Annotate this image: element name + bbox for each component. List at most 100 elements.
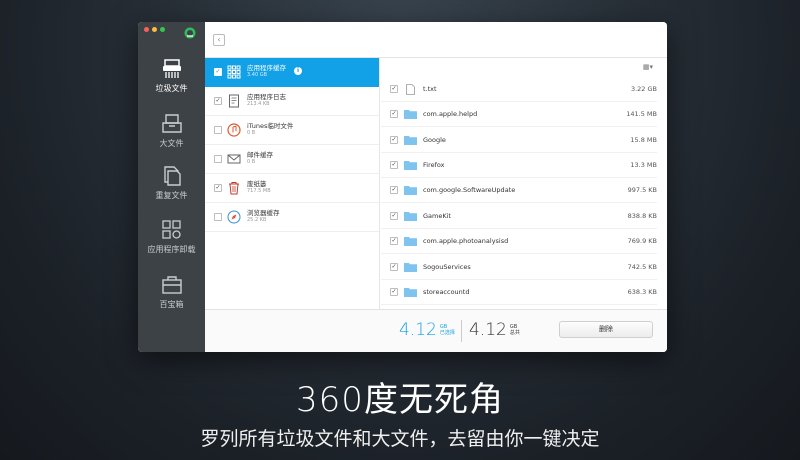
chevron-left-icon: ‹ bbox=[217, 35, 221, 44]
category-name: 浏览器缓存 bbox=[247, 209, 280, 218]
category-name: 应用程序缓存 bbox=[247, 64, 286, 73]
file-name: storeaccountd bbox=[423, 288, 470, 296]
main-panel: ‹ ✓ 应用程序缓存 3.40 GB i ✓ 应用程序日志 213.4 KB i… bbox=[205, 22, 667, 352]
app-grid-icon bbox=[227, 65, 241, 79]
total-size-value: 4.12 bbox=[469, 320, 507, 340]
category-browser-cache[interactable]: 浏览器缓存 25.2 KB bbox=[205, 203, 379, 232]
file-size: 638.3 KB bbox=[627, 288, 657, 296]
total-label: 总共 bbox=[509, 330, 520, 336]
category-name: 废纸篓 bbox=[247, 180, 267, 189]
sidebar-item-label: 重复文件 bbox=[155, 191, 188, 200]
sidebar-item-large-files[interactable]: 大文件 bbox=[138, 113, 205, 149]
folder-icon bbox=[404, 186, 417, 195]
file-name: Google bbox=[423, 136, 446, 144]
category-name: iTunes临时文件 bbox=[247, 122, 294, 131]
file-list: ▦▾ ✓ t.txt 3.22 GB ✓ com.apple.helpd 141… bbox=[381, 58, 667, 309]
category-size: 0 B bbox=[247, 159, 256, 166]
file-row[interactable]: ✓ Google 15.8 MB bbox=[381, 128, 657, 153]
view-mode-toggle[interactable]: ▦▾ bbox=[643, 63, 653, 71]
marketing-subline: 罗列所有垃圾文件和大文件，去留由你一键决定 bbox=[200, 428, 600, 450]
file-name: t.txt bbox=[423, 85, 437, 93]
file-row[interactable]: ✓ Firefox 13.3 MB bbox=[381, 153, 657, 178]
folder-icon bbox=[404, 212, 417, 221]
file-checkbox[interactable]: ✓ bbox=[390, 186, 398, 194]
delete-button[interactable]: 删除 bbox=[559, 321, 653, 338]
toolbar: ‹ bbox=[205, 22, 667, 58]
file-checkbox[interactable]: ✓ bbox=[390, 161, 398, 169]
file-checkbox[interactable]: ✓ bbox=[390, 85, 398, 93]
window-controls bbox=[144, 27, 165, 32]
category-app-cache[interactable]: ✓ 应用程序缓存 3.40 GB i bbox=[205, 58, 379, 87]
selected-size-value: 4.12 bbox=[399, 320, 437, 340]
sidebar-item-label: 应用程序卸载 bbox=[147, 245, 196, 254]
document-icon bbox=[406, 83, 415, 95]
file-checkbox[interactable]: ✓ bbox=[390, 110, 398, 118]
category-checkbox[interactable] bbox=[214, 126, 222, 134]
zoom-window-button[interactable] bbox=[160, 27, 165, 32]
file-row[interactable]: ✓ com.apple.photoanalysisd 769.9 KB bbox=[381, 229, 657, 254]
file-name: com.apple.helpd bbox=[423, 110, 478, 118]
category-trash[interactable]: ✓ 废纸篓 717.5 MB bbox=[205, 174, 379, 203]
file-name: GameKit bbox=[423, 212, 451, 220]
file-row[interactable]: ✓ storeaccountd 638.3 KB bbox=[381, 280, 657, 305]
sidebar-item-toolbox[interactable]: 百宝箱 bbox=[138, 274, 205, 310]
category-size: 213.4 KB bbox=[247, 101, 270, 108]
file-row[interactable]: ✓ t.txt 3.22 GB bbox=[381, 77, 657, 102]
app-logo-icon bbox=[184, 27, 196, 39]
folder-icon bbox=[404, 161, 417, 170]
category-itunes-temp[interactable]: iTunes临时文件 0 B bbox=[205, 116, 379, 145]
drawer-icon bbox=[161, 114, 182, 133]
category-checkbox[interactable]: ✓ bbox=[214, 97, 222, 105]
trash-icon bbox=[229, 182, 239, 195]
file-name: Firefox bbox=[423, 161, 445, 169]
folder-icon bbox=[404, 263, 417, 272]
file-row[interactable]: ✓ GameKit 838.8 KB bbox=[381, 204, 657, 229]
category-list: ✓ 应用程序缓存 3.40 GB i ✓ 应用程序日志 213.4 KB iTu… bbox=[205, 58, 380, 309]
file-row[interactable]: ✓ SogouServices 742.5 KB bbox=[381, 255, 657, 280]
file-size: 997.5 KB bbox=[627, 186, 657, 194]
compass-icon bbox=[227, 210, 241, 224]
minimize-window-button[interactable] bbox=[152, 27, 157, 32]
folder-icon bbox=[404, 288, 417, 297]
file-size: 141.5 MB bbox=[626, 110, 657, 118]
folder-icon bbox=[404, 136, 417, 145]
category-checkbox[interactable] bbox=[214, 213, 222, 221]
file-checkbox[interactable]: ✓ bbox=[390, 136, 398, 144]
category-size: 3.40 GB bbox=[247, 72, 268, 79]
sidebar-item-junk-files[interactable]: 垃圾文件 bbox=[138, 58, 205, 94]
log-document-icon bbox=[229, 94, 239, 108]
file-size: 838.8 KB bbox=[627, 212, 657, 220]
sidebar-item-label: 百宝箱 bbox=[159, 300, 184, 309]
file-size: 13.3 MB bbox=[630, 161, 657, 169]
selected-summary: 4.12 GB 已选择 bbox=[399, 320, 455, 340]
file-checkbox[interactable]: ✓ bbox=[390, 237, 398, 245]
back-button[interactable]: ‹ bbox=[213, 34, 225, 46]
summary-divider bbox=[461, 320, 462, 342]
category-app-logs[interactable]: ✓ 应用程序日志 213.4 KB bbox=[205, 87, 379, 116]
category-checkbox[interactable]: ✓ bbox=[214, 68, 222, 76]
category-checkbox[interactable]: ✓ bbox=[214, 184, 222, 192]
sidebar-item-app-uninstall[interactable]: 应用程序卸载 bbox=[138, 219, 205, 255]
grid-view-icon: ▦▾ bbox=[642, 63, 653, 71]
category-name: 应用程序日志 bbox=[247, 93, 286, 102]
file-checkbox[interactable]: ✓ bbox=[390, 212, 398, 220]
file-checkbox[interactable]: ✓ bbox=[390, 288, 398, 296]
sidebar-item-duplicate-files[interactable]: 重复文件 bbox=[138, 165, 205, 201]
file-row[interactable]: ✓ com.apple.helpd 141.5 MB bbox=[381, 102, 657, 127]
toolbox-icon bbox=[161, 276, 182, 294]
mail-icon bbox=[227, 154, 241, 164]
apps-gear-icon bbox=[161, 220, 181, 239]
file-row[interactable]: ✓ com.google.SoftwareUpdate 997.5 KB bbox=[381, 178, 657, 203]
file-checkbox[interactable]: ✓ bbox=[390, 263, 398, 271]
sidebar-item-label: 垃圾文件 bbox=[155, 84, 188, 93]
shredder-icon bbox=[162, 59, 181, 78]
category-checkbox[interactable] bbox=[214, 155, 222, 163]
close-window-button[interactable] bbox=[144, 27, 149, 32]
marketing-headline: 360度无死角 bbox=[296, 380, 504, 420]
selected-label: 已选择 bbox=[439, 330, 455, 336]
folder-icon bbox=[404, 110, 417, 119]
category-mail-cache[interactable]: 邮件缓存 0 B bbox=[205, 145, 379, 174]
duplicate-files-icon bbox=[163, 166, 181, 186]
info-icon[interactable]: i bbox=[294, 67, 302, 75]
app-window: 垃圾文件 大文件 重复文件 应用程序卸载 百宝箱 ‹ ✓ 应用程序缓存 3.40… bbox=[138, 22, 667, 352]
